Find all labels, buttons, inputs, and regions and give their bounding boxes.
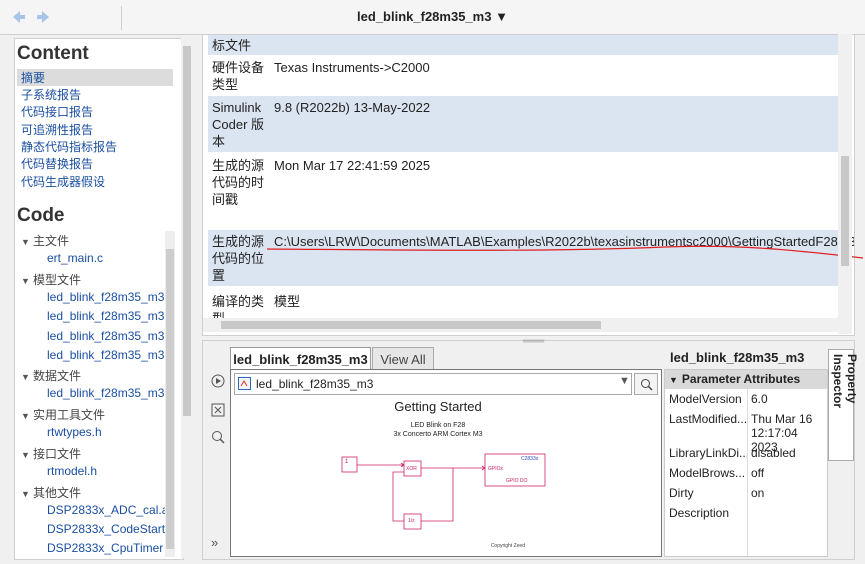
tree-file[interactable]: DSP2833x_ADC_cal.a (47, 503, 168, 517)
collapse-icon: ▼ (21, 450, 30, 460)
xor-label: XOR (406, 466, 417, 472)
property-key: ModelVersion (669, 392, 742, 406)
red-underline-annotation (266, 245, 864, 259)
tree-scrollbar-thumb[interactable] (166, 249, 174, 549)
property-key: Dirty (669, 486, 694, 500)
fit-view-icon[interactable] (211, 403, 225, 420)
tree-file[interactable]: DSP2833x_CodeStart (47, 522, 165, 536)
tree-folder-model[interactable]: ▼ 模型文件 (21, 271, 81, 288)
report-navigation: Content 摘要 子系统报告 代码接口报告 可追溯性报告 静态代码指标报告 … (14, 38, 184, 560)
simulink-diagram (341, 453, 546, 530)
section-header[interactable]: ▼ Parameter Attributes (665, 370, 827, 389)
tree-folder-data[interactable]: ▼ 数据文件 (21, 367, 81, 384)
column-divider (747, 389, 748, 556)
report-vertical-scrollbar[interactable] (838, 34, 852, 334)
expand-chevron-icon[interactable]: » (211, 535, 218, 550)
splitter-grip-icon[interactable]: ═══ (523, 336, 544, 347)
property-key: ModelBrows... (669, 466, 746, 480)
property-value[interactable]: 6.0 (751, 392, 827, 406)
collapse-icon: ▼ (21, 411, 30, 421)
property-inspector-tab[interactable]: Property Inspector (828, 349, 859, 461)
tree-scrollbar[interactable] (165, 231, 175, 557)
collapse-icon: ▼ (21, 237, 30, 247)
play-icon[interactable] (211, 374, 225, 391)
tab-model[interactable]: led_blink_f28m35_m3 (230, 347, 371, 370)
report-summary-table: 标文件 硬件设备类型 Texas Instruments->C2000 Simu… (202, 34, 855, 336)
inspector-title: led_blink_f28m35_m3 (670, 350, 805, 365)
collapse-icon: ▼ (21, 489, 30, 499)
tree-folder-other[interactable]: ▼ 其他文件 (21, 484, 81, 501)
nav-link-summary[interactable]: 摘要 (17, 69, 173, 86)
report-scrollbar-thumb[interactable] (841, 156, 849, 266)
tree-folder-interface[interactable]: ▼ 接口文件 (21, 445, 81, 462)
model-canvas[interactable]: led_blink_f28m35_m3 ▼ Getting Started LE… (230, 369, 662, 557)
table-row: 生成的源代码的时间戳 Mon Mar 17 22:41:59 2025 (212, 158, 431, 207)
table-row: 硬件设备类型 Texas Instruments->C2000 (212, 60, 430, 92)
collapse-icon: ▼ (21, 276, 30, 286)
nav-link-static-metrics[interactable]: 静态代码指标报告 (21, 138, 117, 155)
tree-file[interactable]: rtmodel.h (47, 464, 97, 478)
report-horizontal-scrollbar[interactable] (203, 318, 839, 332)
code-heading: Code (17, 205, 65, 226)
property-value[interactable]: disabled (751, 446, 827, 460)
tree-file[interactable]: led_blink_f28m35_m3 (47, 386, 164, 400)
table-row: 标文件 (208, 35, 840, 55)
table-row: Simulink Coder 版本 9.8 (R2022b) 13-May-20… (208, 96, 840, 152)
tree-file[interactable]: led_blink_f28m35_m3 (47, 290, 164, 304)
gpio-port-label: GPIOx (488, 466, 504, 472)
tree-folder-main[interactable]: ▼ 主文件 (21, 232, 69, 249)
nav-link-code-replacement[interactable]: 代码替换报告 (21, 155, 93, 172)
zoom-icon[interactable] (211, 430, 225, 447)
collapse-icon: ▼ (21, 372, 30, 382)
nav-scrollbar[interactable] (181, 38, 193, 558)
tree-file[interactable]: DSP2833x_CpuTimer (47, 541, 163, 555)
copyright-text: Copyright Zeed (490, 543, 525, 549)
property-value[interactable]: off (751, 466, 827, 480)
nav-link-subsystem[interactable]: 子系统报告 (21, 86, 81, 103)
constant-label: 1 (345, 459, 349, 465)
gpio-footer-label: GPIO DO (506, 478, 528, 484)
tree-file[interactable]: led_blink_f28m35_m3 (47, 309, 164, 323)
nav-link-code-interface[interactable]: 代码接口报告 (21, 103, 93, 120)
report-hscroll-thumb[interactable] (221, 321, 601, 329)
property-key: LastModified... (669, 412, 747, 426)
property-key: Description (669, 506, 730, 520)
gpio-block-label: C2833x (521, 456, 539, 462)
nav-link-traceability[interactable]: 可追溯性报告 (21, 121, 93, 138)
tree-file[interactable]: led_blink_f28m35_m3 (47, 329, 164, 343)
content-heading: Content (17, 43, 89, 64)
property-key: LibraryLinkDi... (669, 446, 747, 460)
tree-file[interactable]: rtwtypes.h (47, 425, 102, 439)
tree-file[interactable]: led_blink_f28m35_m3 (47, 348, 164, 362)
nav-link-generator-assumptions[interactable]: 代码生成器假设 (21, 173, 105, 190)
nav-scrollbar-thumb[interactable] (183, 46, 191, 416)
tree-file[interactable]: ert_main.c (47, 251, 103, 265)
property-value[interactable]: on (751, 486, 827, 500)
window-title[interactable]: led_blink_f28m35_m3 ▼ (0, 9, 865, 24)
collapse-icon: ▼ (669, 375, 678, 385)
tree-folder-utility[interactable]: ▼ 实用工具文件 (21, 406, 105, 423)
tab-view-all[interactable]: View All (372, 347, 434, 371)
parameter-attributes-table: ▼ Parameter Attributes ModelVersion 6.0 L… (664, 369, 828, 557)
property-inspector-tab-label: Property Inspector (831, 354, 859, 409)
delay-label: 1/z (408, 518, 415, 524)
